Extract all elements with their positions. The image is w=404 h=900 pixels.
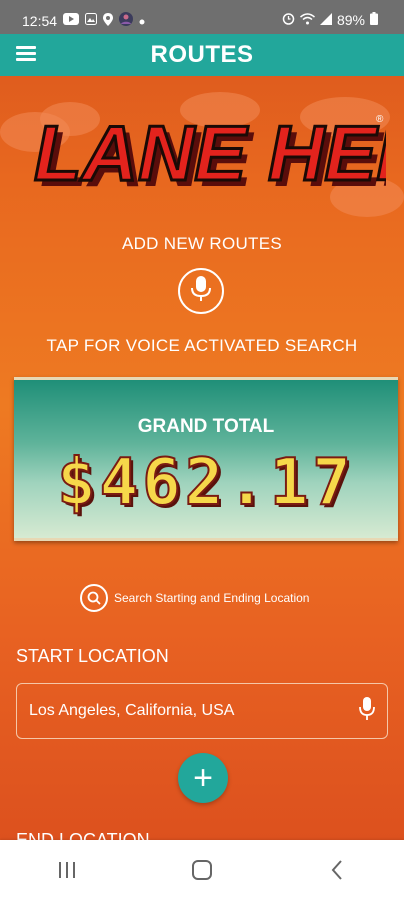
system-nav-bar (0, 840, 404, 900)
add-route-button[interactable]: + (178, 753, 228, 803)
wifi-icon (299, 12, 315, 28)
add-routes-label: ADD NEW ROUTES (121, 234, 283, 253)
hamburger-menu-icon[interactable] (16, 43, 40, 63)
battery-icon (370, 12, 378, 28)
status-time: 12:54 (22, 12, 58, 29)
search-icon (80, 584, 108, 612)
start-location-input[interactable]: Los Angeles, California, USA (16, 683, 388, 739)
search-location-text: Search Starting and Ending Location (114, 591, 310, 605)
app-bar: ROUTES (0, 34, 404, 76)
signal-icon (319, 12, 332, 28)
alarm-icon (282, 12, 295, 28)
recent-apps-button[interactable] (37, 850, 97, 890)
svg-text:®: ® (376, 114, 384, 125)
lane-hero-logo: LANE HERO LANE HERO ® (0, 92, 404, 222)
status-right: 89% (282, 12, 378, 28)
home-button[interactable] (172, 850, 232, 890)
microphone-icon[interactable] (359, 696, 375, 726)
page-title: ROUTES (150, 41, 254, 68)
svg-text:LANE HERO: LANE HERO (34, 109, 386, 197)
battery-percent: 89% (336, 12, 365, 28)
location-icon (103, 12, 114, 29)
start-location-label: START LOCATION (16, 646, 169, 666)
status-left: 12:54 (22, 12, 145, 29)
youtube-icon (63, 13, 80, 28)
start-location-value[interactable]: Los Angeles, California, USA (29, 702, 359, 720)
grand-total-label: GRAND TOTAL (137, 416, 275, 437)
grand-total-card: GRAND TOTAL $462.17 (14, 377, 398, 541)
avatar-icon (119, 12, 134, 29)
voice-search-button[interactable] (178, 268, 224, 314)
grand-total-amount: $462.17 (56, 445, 355, 521)
microphone-icon (191, 275, 211, 307)
lane-hero-wordmark: LANE HERO LANE HERO ® (33, 108, 387, 204)
voice-search-label: TAP FOR VOICE ACTIVATED SEARCH (46, 336, 358, 355)
plus-icon: + (193, 759, 213, 797)
dot-icon (139, 14, 145, 28)
back-button[interactable] (307, 850, 367, 890)
image-icon (85, 13, 98, 28)
search-location-link[interactable]: Search Starting and Ending Location (80, 584, 309, 612)
